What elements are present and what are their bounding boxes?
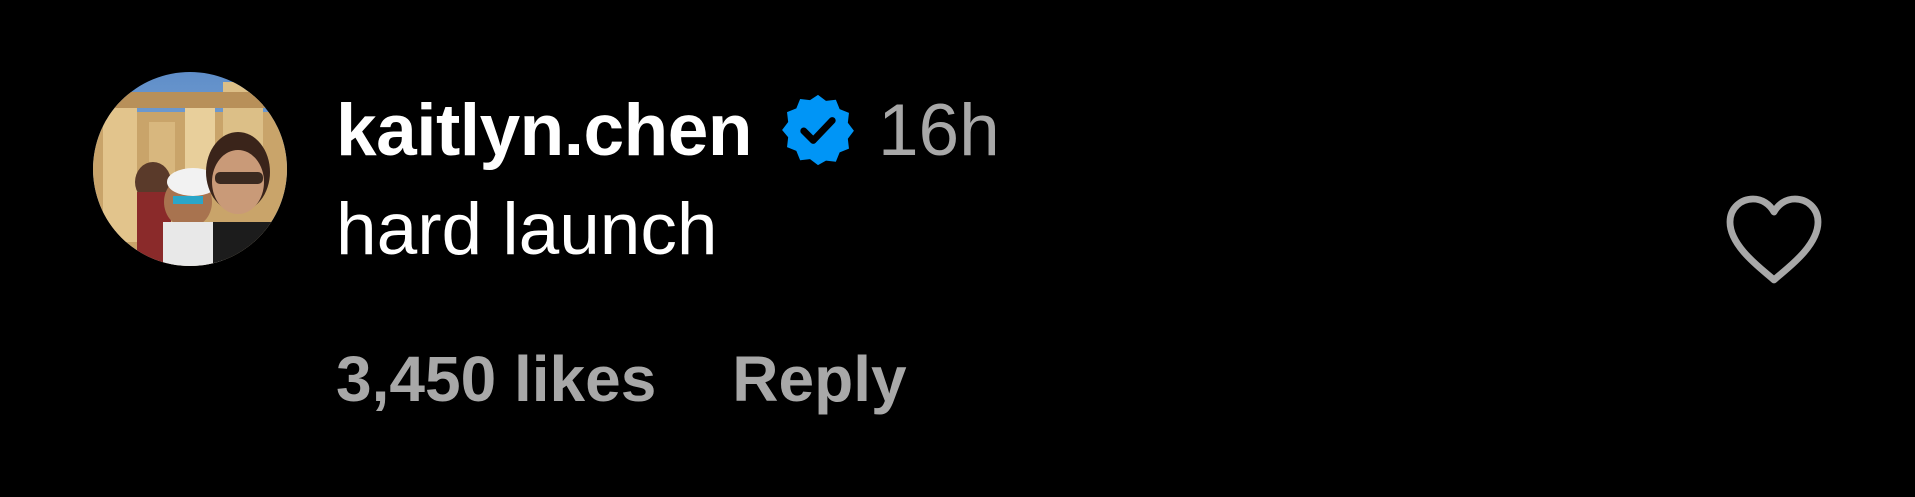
- reply-button[interactable]: Reply: [732, 342, 906, 416]
- like-button[interactable]: [1722, 192, 1826, 288]
- verified-badge-icon: [780, 92, 856, 168]
- avatar[interactable]: [93, 72, 287, 266]
- avatar-image: [93, 72, 287, 266]
- comment: kaitlyn.chen 16h hard launch 3,450 likes…: [0, 0, 1915, 497]
- timestamp: 16h: [877, 89, 1000, 171]
- heart-outline-icon: [1726, 195, 1822, 284]
- likes-count[interactable]: 3,450 likes: [336, 342, 656, 416]
- comment-text: hard launch: [336, 189, 718, 270]
- comment-actions: 3,450 likes Reply: [336, 342, 907, 416]
- username[interactable]: kaitlyn.chen: [336, 89, 752, 172]
- comment-header: kaitlyn.chen 16h: [336, 78, 1000, 182]
